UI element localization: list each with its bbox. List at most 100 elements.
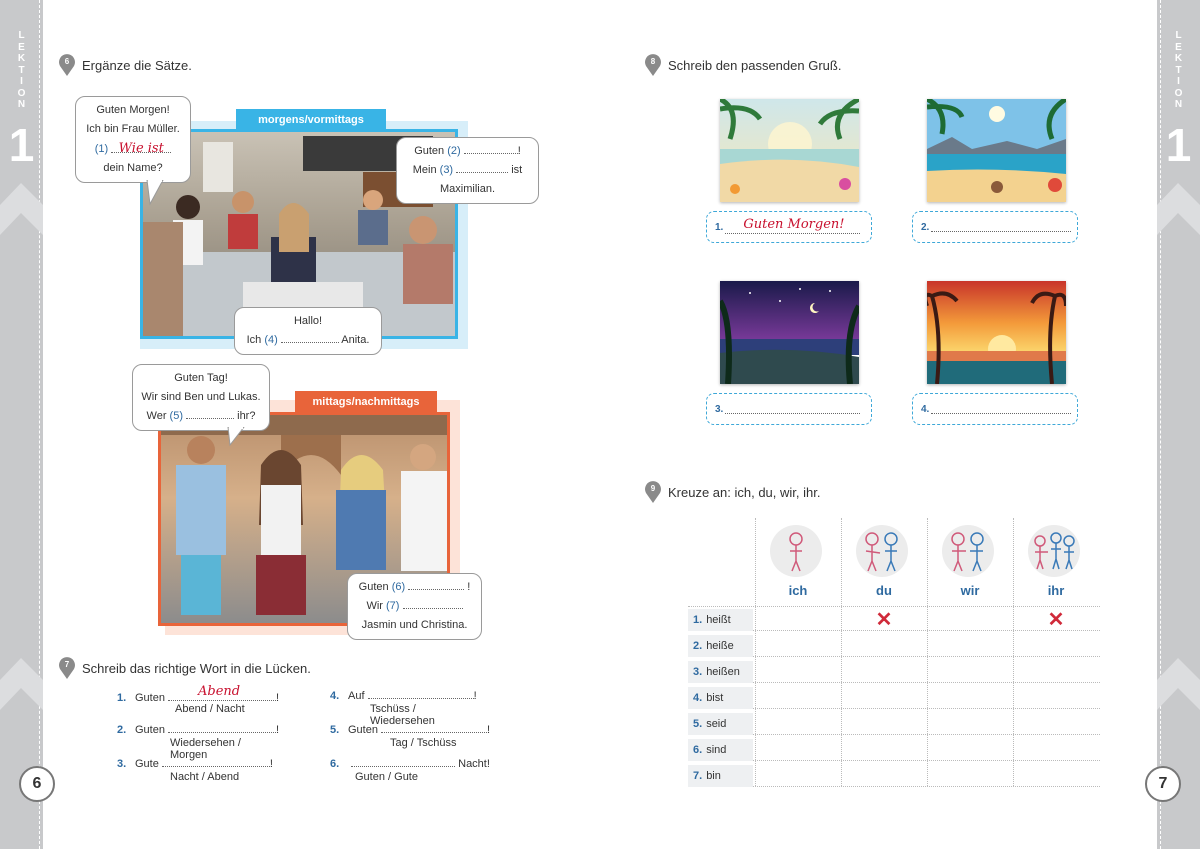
lektion-label: L E K T I O N [1174, 30, 1183, 110]
ex7-blank-2[interactable] [168, 723, 277, 733]
answer-blank-3[interactable] [456, 163, 509, 173]
morning-beach-image [720, 99, 859, 202]
check-cell-ihr-1[interactable]: ✕ [1013, 607, 1099, 632]
check-cell-du-4[interactable] [841, 685, 927, 710]
verb-row-1: 1. heißt [688, 609, 753, 631]
verb-row-6: 6. sind [688, 739, 753, 761]
check-cell-wir-1[interactable] [927, 607, 1013, 632]
check-cell-ihr-5[interactable] [1013, 711, 1099, 736]
ex7-item-3: 3. Gute ! [117, 757, 273, 770]
greeting-answer-1[interactable]: 1. Guten Morgen! [706, 211, 872, 243]
exercise-6-header: 6 Ergänze die Sätze. [58, 54, 192, 76]
greeting-answer-4[interactable]: 4. [912, 393, 1078, 425]
check-cell-wir-7[interactable] [927, 763, 1013, 788]
sunset-beach-image [927, 281, 1066, 384]
chevron-decoration [1157, 658, 1200, 710]
lektion-number: 1 [8, 119, 35, 171]
ex7-item-6: 6. Nacht! [330, 757, 490, 770]
check-cell-ihr-3[interactable] [1013, 659, 1099, 684]
check-cell-ich-3[interactable] [755, 659, 841, 684]
check-cell-du-1[interactable]: ✕ [841, 607, 927, 632]
ex7-blank-4[interactable] [367, 689, 474, 699]
check-cell-ihr-6[interactable] [1013, 737, 1099, 762]
check-cell-ich-5[interactable] [755, 711, 841, 736]
verb-row-3: 3. heißen [688, 661, 753, 683]
right-side-strip: L E K T I O N 1 [1157, 0, 1200, 849]
answer-blank-5[interactable] [186, 409, 235, 419]
check-cell-ich-1[interactable] [755, 607, 841, 632]
cross-mark: ✕ [875, 609, 893, 631]
check-cell-wir-2[interactable] [927, 633, 1013, 658]
chevron-decoration [0, 183, 43, 235]
check-cell-wir-3[interactable] [927, 659, 1013, 684]
speech-bubble-4: Guten Tag! Wir sind Ben und Lukas. Wer (… [132, 364, 270, 431]
pin-icon: 9 [644, 481, 662, 503]
column-ich: ich [788, 583, 808, 598]
exercise-6-title: Ergänze die Sätze. [82, 57, 192, 73]
answer-blank-1[interactable]: Wie ist [111, 139, 172, 156]
ex7-hint-6: Guten / Gute [355, 771, 418, 783]
cross-mark: ✕ [1047, 609, 1065, 631]
verb-row-5: 5. seid [688, 713, 753, 735]
person-du-icon [856, 525, 908, 577]
pin-icon: 8 [644, 54, 662, 76]
exercise-8-title: Schreib den passenden Gruß. [668, 57, 842, 73]
pin-icon: 7 [58, 657, 76, 679]
speech-bubble-5: Guten (6) ! Wir (7) Jasmin und Christina… [347, 573, 482, 640]
ex7-blank-3[interactable] [161, 757, 270, 767]
bubble-tail [227, 427, 245, 447]
exercise-9-header: 9 Kreuze an: ich, du, wir, ihr. [644, 481, 820, 503]
answer-blank-6[interactable] [408, 580, 465, 590]
greeting-answer-2[interactable]: 2. [912, 211, 1078, 243]
check-cell-ihr-7[interactable] [1013, 763, 1099, 788]
exercise-7-header: 7 Schreib das richtige Wort in die Lücke… [58, 657, 311, 679]
speech-bubble-2: Guten (2) ! Mein (3) ist Maximilian. [396, 137, 539, 204]
speech-bubble-1: Guten Morgen! Ich bin Frau Müller. (1) W… [75, 96, 191, 183]
check-cell-wir-5[interactable] [927, 711, 1013, 736]
check-cell-du-3[interactable] [841, 659, 927, 684]
exercise-8-header: 8 Schreib den passenden Gruß. [644, 54, 841, 76]
check-cell-wir-6[interactable] [927, 737, 1013, 762]
ex7-item-4: 4. Auf ! [330, 689, 477, 702]
answer-blank-4[interactable] [280, 333, 339, 343]
page-number-left: 6 [19, 766, 55, 802]
exercise-7-title: Schreib das richtige Wort in die Lücken. [82, 660, 311, 676]
check-cell-ich-4[interactable] [755, 685, 841, 710]
lektion-label: L E K T I O N [17, 30, 26, 110]
check-cell-du-7[interactable] [841, 763, 927, 788]
check-cell-ich-2[interactable] [755, 633, 841, 658]
check-cell-ihr-4[interactable] [1013, 685, 1099, 710]
ex7-hint-3: Nacht / Abend [170, 771, 240, 783]
tag-noon: mittags/nachmittags [295, 391, 437, 413]
ex7-blank-6[interactable] [351, 757, 456, 767]
check-cell-du-6[interactable] [841, 737, 927, 762]
greeting-answer-3[interactable]: 3. [706, 393, 872, 425]
ex7-hint-1: Abend / Nacht [175, 703, 245, 715]
check-cell-ich-6[interactable] [755, 737, 841, 762]
ex7-item-1: 1. Guten Abend! [117, 684, 280, 704]
speech-bubble-3: Hallo! Ich (4) Anita. [234, 307, 382, 355]
person-ich-icon [770, 525, 822, 577]
check-cell-du-5[interactable] [841, 711, 927, 736]
page-number-right: 7 [1145, 766, 1181, 802]
bubble-tail [146, 180, 164, 206]
check-cell-ihr-2[interactable] [1013, 633, 1099, 658]
check-cell-du-2[interactable] [841, 633, 927, 658]
check-cell-ich-7[interactable] [755, 763, 841, 788]
ex7-blank-1[interactable]: Abend [168, 684, 277, 701]
ex7-hint-5: Tag / Tschüss [390, 737, 457, 749]
exercise-9-title: Kreuze an: ich, du, wir, ihr. [668, 484, 821, 500]
verb-row-4: 4. bist [688, 687, 753, 709]
column-ihr: ihr [1047, 583, 1065, 598]
column-wir: wir [960, 583, 980, 598]
check-cell-wir-4[interactable] [927, 685, 1013, 710]
left-side-strip: L E K T I O N 1 [0, 0, 43, 849]
person-wir-icon [942, 525, 994, 577]
answer-blank-2[interactable] [463, 144, 518, 154]
ex7-item-5: 5. Guten ! [330, 723, 491, 736]
column-du: du [876, 583, 892, 598]
answer-blank-7[interactable] [402, 599, 463, 609]
ex7-blank-5[interactable] [381, 723, 488, 733]
ex7-item-2: 2. Guten ! [117, 723, 280, 736]
verb-row-7: 7. bin [688, 765, 753, 787]
